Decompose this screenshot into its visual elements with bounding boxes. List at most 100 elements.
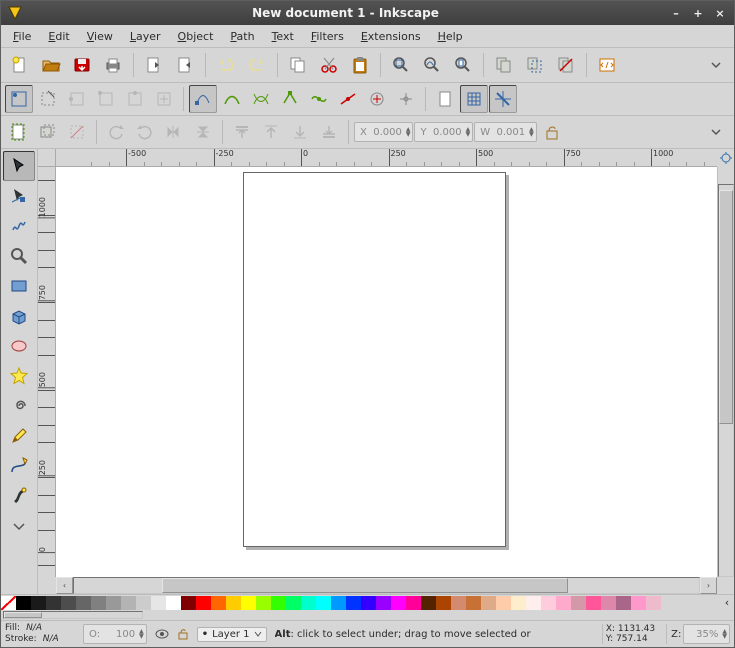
y-spinbox[interactable]: Y0.000▲▼ (414, 122, 473, 142)
swatch-eebbcc[interactable] (646, 596, 661, 610)
snap-intersect-icon[interactable] (247, 85, 275, 113)
zoom-fit-icon[interactable] (386, 50, 416, 80)
swatch-000000[interactable] (16, 596, 31, 610)
opacity-spinbox[interactable]: O: 100 ▲▼ (83, 624, 147, 644)
swatch-ff0000[interactable] (196, 596, 211, 610)
ellipse-tool[interactable] (3, 331, 35, 361)
import-icon[interactable] (139, 50, 169, 80)
swatch-552200[interactable] (421, 596, 436, 610)
swatch-ffccdd[interactable] (541, 596, 556, 610)
menu-file[interactable]: File (5, 27, 39, 46)
layer-visibility-icon[interactable] (155, 627, 169, 641)
swatch-800000[interactable] (181, 596, 196, 610)
box3d-tool[interactable] (3, 301, 35, 331)
swatch-1a1a1a[interactable] (31, 596, 46, 610)
snap-page-icon[interactable] (431, 85, 459, 113)
swatch-0033ff[interactable] (346, 596, 361, 610)
swatch-ffff00[interactable] (241, 596, 256, 610)
save-icon[interactable] (67, 50, 97, 80)
w-spinbox[interactable]: W0.001▲▼ (474, 122, 537, 142)
hscroll-right-button[interactable]: › (700, 577, 717, 594)
swatch-0099ff[interactable] (331, 596, 346, 610)
bezier-tool[interactable] (3, 451, 35, 481)
new-icon[interactable] (5, 50, 35, 80)
swatch-cccccc[interactable] (136, 596, 151, 610)
menu-object[interactable]: Object (170, 27, 222, 46)
swatch-ff0099[interactable] (406, 596, 421, 610)
snap-smooth-icon[interactable] (305, 85, 333, 113)
swatch-deaa87[interactable] (481, 596, 496, 610)
minimize-button[interactable]: – (668, 5, 684, 21)
copy-icon[interactable] (283, 50, 313, 80)
swatch-none[interactable] (1, 596, 16, 610)
horizontal-scrollbar[interactable] (73, 577, 700, 594)
node-tool[interactable] (3, 181, 35, 211)
menu-extensions[interactable]: Extensions (353, 27, 429, 46)
swatch-00ff66[interactable] (286, 596, 301, 610)
snap-rotcenter-icon[interactable] (392, 85, 420, 113)
menu-text[interactable]: Text (264, 27, 302, 46)
palette-menu-chevron[interactable]: ‹ (720, 589, 734, 617)
rectangle-tool[interactable] (3, 271, 35, 301)
more-tools[interactable] (3, 511, 35, 541)
menu-edit[interactable]: Edit (40, 27, 77, 46)
cut-icon[interactable] (314, 50, 344, 80)
star-tool[interactable] (3, 361, 35, 391)
swatch-ff99cc[interactable] (631, 596, 646, 610)
maximize-button[interactable]: + (690, 5, 706, 21)
swatch-333333[interactable] (46, 596, 61, 610)
swatch-9900ff[interactable] (376, 596, 391, 610)
unlink-icon[interactable] (551, 50, 581, 80)
snap-cusp-icon[interactable] (276, 85, 304, 113)
menu-path[interactable]: Path (222, 27, 262, 46)
export-icon[interactable] (170, 50, 200, 80)
lock-open-icon[interactable] (538, 118, 566, 146)
guide-lock-icon[interactable] (717, 149, 734, 167)
toolbar-overflow-chevron[interactable] (702, 51, 730, 79)
spiral-tool[interactable] (3, 391, 35, 421)
swatch-d48a6e[interactable] (451, 596, 466, 610)
swatch-aa4400[interactable] (436, 596, 451, 610)
swatch-dd88aa[interactable] (601, 596, 616, 610)
swatch-ff6600[interactable] (211, 596, 226, 610)
swatch-aa6688[interactable] (616, 596, 631, 610)
snap-node-icon[interactable] (189, 85, 217, 113)
zoom-drawing-icon[interactable] (417, 50, 447, 80)
calligraphy-tool[interactable] (3, 481, 35, 511)
toolbar-overflow-chevron[interactable] (702, 118, 730, 146)
canvas-viewport[interactable] (56, 167, 717, 577)
swatch-e6e6e6[interactable] (151, 596, 166, 610)
fill-stroke-indicator[interactable]: Fill:N/A Stroke:N/A (5, 623, 75, 645)
swatch-ffcc00[interactable] (226, 596, 241, 610)
swatch-ffccaa[interactable] (496, 596, 511, 610)
swatch-ffeeee[interactable] (526, 596, 541, 610)
swatch-808080[interactable] (91, 596, 106, 610)
paste-icon[interactable] (345, 50, 375, 80)
swatch-b3b3b3[interactable] (121, 596, 136, 610)
menu-filters[interactable]: Filters (303, 27, 352, 46)
swatch-99ff00[interactable] (256, 596, 271, 610)
ruler-horizontal[interactable]: -500-25002505007501000 (56, 149, 717, 167)
zoom-control[interactable]: Z: 35%▲▼ (666, 624, 730, 644)
swatch-999999[interactable] (106, 596, 121, 610)
swatch-666666[interactable] (76, 596, 91, 610)
xml-icon[interactable] (592, 50, 622, 80)
select-layers-icon[interactable] (34, 118, 62, 146)
snap-enable-icon[interactable] (5, 85, 33, 113)
swatch-ff5599[interactable] (586, 596, 601, 610)
swatch-c87137[interactable] (466, 596, 481, 610)
snap-guide-icon[interactable] (489, 85, 517, 113)
snap-object-mid-icon[interactable] (363, 85, 391, 113)
swatch-ff00ff[interactable] (391, 596, 406, 610)
layer-selector[interactable]: •Layer 1 (197, 627, 267, 642)
swatch-3300ff[interactable] (361, 596, 376, 610)
select-tool[interactable] (3, 151, 35, 181)
swatch-ffffff[interactable] (166, 596, 181, 610)
open-icon[interactable] (36, 50, 66, 80)
swatch-d499a8[interactable] (571, 596, 586, 610)
swatch-ffaacc[interactable] (556, 596, 571, 610)
print-icon[interactable] (98, 50, 128, 80)
swatch-00ffcc[interactable] (301, 596, 316, 610)
zoom-tool[interactable] (3, 241, 35, 271)
swatch-00ffff[interactable] (316, 596, 331, 610)
